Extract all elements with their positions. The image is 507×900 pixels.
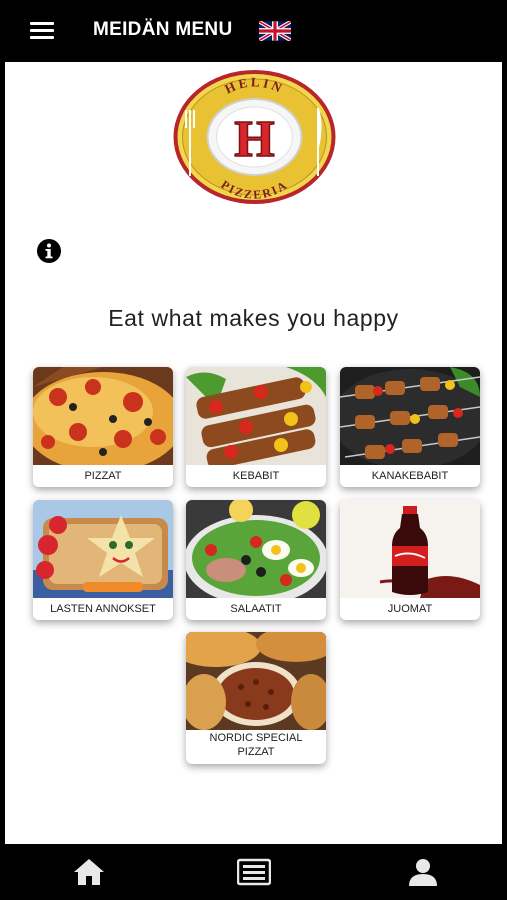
category-card-salaatit[interactable]: SALAATIT — [186, 500, 326, 620]
app-title: MEIDÄN MENU — [93, 19, 233, 40]
category-label: KEBABIT — [232, 470, 280, 482]
category-label: PIZZAT — [84, 470, 122, 482]
bottom-nav-bar — [0, 844, 507, 900]
category-label: JUOMAT — [387, 603, 433, 615]
cola-bottle-image — [340, 500, 480, 598]
category-label: SALAATIT — [230, 603, 282, 615]
hamburger-icon[interactable] — [30, 22, 54, 40]
chicken-kebab-image — [340, 367, 480, 465]
tagline: Eat what makes you happy — [108, 305, 399, 331]
salad-image — [186, 500, 326, 598]
category-card-nordic-special-pizzat[interactable]: NORDIC SPECIAL PIZZAT — [186, 632, 326, 764]
category-card-kebabit[interactable]: KEBABIT — [186, 367, 326, 487]
menu-list-icon[interactable] — [237, 857, 271, 887]
kids-meal-image — [33, 500, 173, 598]
kebab-image — [186, 367, 326, 465]
category-label: NORDIC SPECIAL PIZZAT — [209, 732, 303, 758]
category-card-kanakebabit[interactable]: KANAKEBABIT — [340, 367, 480, 487]
category-label: LASTEN ANNOKSET — [50, 603, 156, 615]
category-label: KANAKEBABIT — [371, 470, 449, 482]
logo-letter: H — [234, 111, 274, 168]
category-card-juomat[interactable]: JUOMAT — [340, 500, 480, 620]
category-card-lasten-annokset[interactable]: LASTEN ANNOKSET — [33, 500, 173, 620]
uk-flag-icon[interactable] — [259, 21, 291, 41]
nordic-pizza-image — [186, 632, 326, 730]
info-icon[interactable] — [36, 238, 62, 264]
pizza-image — [33, 367, 173, 465]
user-icon[interactable] — [406, 857, 440, 887]
pizzeria-logo: HELIN PIZZERIA H — [173, 70, 336, 204]
top-app-bar: MEIDÄN MENU — [0, 0, 507, 62]
category-card-pizzat[interactable]: PIZZAT — [33, 367, 173, 487]
home-icon[interactable] — [72, 857, 106, 887]
